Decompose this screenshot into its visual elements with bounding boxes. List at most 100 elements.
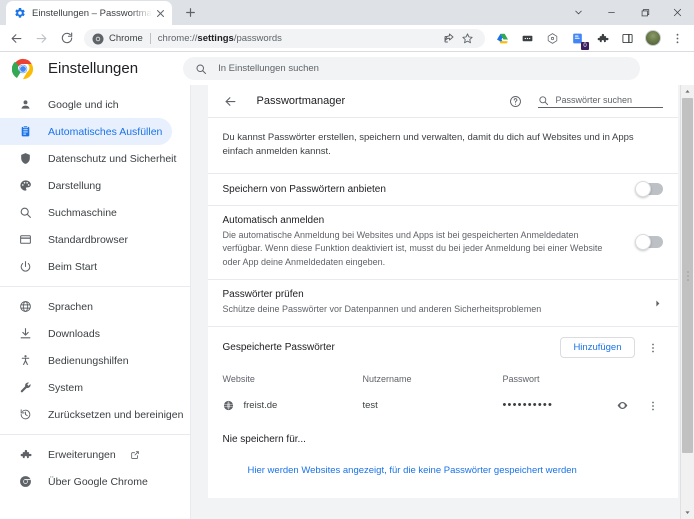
password-search-input[interactable]: Passwörter suchen: [537, 95, 663, 108]
extension-gray-icon[interactable]: [540, 26, 565, 51]
sidebar-item-zuruecksetzen-und-bereinigen[interactable]: Zurücksetzen und bereinigen: [0, 401, 183, 428]
saved-passwords-menu-icon[interactable]: [643, 342, 663, 354]
scrollbar-grip-icon: [681, 270, 694, 282]
avatar-image: [644, 30, 661, 46]
back-arrow-icon[interactable]: [4, 26, 29, 51]
tab-search-chevron-down-icon[interactable]: [562, 0, 595, 25]
extension-badge-icon[interactable]: 0: [565, 26, 590, 51]
new-tab-button[interactable]: [178, 0, 202, 24]
sidebar-item-label: Downloads: [48, 327, 100, 340]
maximize-icon[interactable]: [628, 0, 661, 25]
three-dot-menu-icon[interactable]: [665, 26, 690, 51]
check-passwords-description: Schütze deine Passwörter vor Datenpannen…: [222, 304, 542, 315]
scrollbar-track[interactable]: [681, 98, 694, 506]
row-password-masked: ••••••••••: [502, 399, 554, 412]
settings-search-input[interactable]: In Einstellungen suchen: [183, 57, 641, 80]
share-icon[interactable]: [439, 29, 458, 48]
extension-badge-count: 0: [581, 41, 589, 50]
help-circle-icon[interactable]: [509, 95, 522, 108]
sidebar-item-label: Sprachen: [48, 300, 93, 313]
sidebar-item-datenschutz-und-sicherheit[interactable]: Datenschutz und Sicherheit: [0, 145, 176, 172]
sidebar-item-label: Standardbrowser: [48, 233, 128, 246]
offer-save-passwords-text: Speichern von Passwörtern anbieten: [223, 184, 637, 195]
column-header-username: Nutzername: [362, 374, 412, 385]
palette-icon: [18, 179, 33, 192]
sidebar-item-label: Datenschutz und Sicherheit: [48, 152, 177, 165]
sidebar-item-label: Über Google Chrome: [48, 475, 148, 488]
bookmark-star-icon[interactable]: [458, 29, 477, 48]
address-bar[interactable]: Chrome chrome://settings/passwords: [84, 28, 485, 48]
row-website: freist.de: [223, 400, 363, 411]
sidebar-item-bedienungshilfen[interactable]: Bedienungshilfen: [0, 347, 172, 374]
never-saved-empty-text: Hier werden Websites angezeigt, für die …: [207, 455, 678, 499]
scrollbar-up-arrow[interactable]: [684, 85, 691, 98]
sidebar-item-label: Erweiterungen: [48, 448, 116, 461]
sidebar-item-label: Suchmaschine: [48, 206, 117, 219]
history-restore-icon: [18, 408, 33, 421]
sidebar-item-label: Bedienungshilfen: [48, 354, 129, 367]
scrollbar-down-arrow[interactable]: [684, 506, 691, 519]
google-drive-icon[interactable]: [490, 26, 515, 51]
auto-signin-toggle[interactable]: [634, 234, 663, 251]
sidebar-item-google-und-ich[interactable]: Google und ich: [0, 91, 172, 118]
never-saved-title: Nie speichern für...: [207, 421, 678, 456]
browser-tab[interactable]: Einstellungen – Passwortmanager: [6, 1, 172, 25]
auto-signin-row[interactable]: Automatisch anmelden Die automatische An…: [207, 205, 678, 281]
settings-gear-icon: [14, 7, 26, 19]
settings-body: Google und ich Automatisches Ausfüllen D…: [0, 85, 694, 519]
settings-header: Einstellungen In Einstellungen suchen: [0, 52, 694, 85]
page-title: Einstellungen: [48, 60, 139, 77]
settings-main-content: Passwortmanager Passwörter suchen Du kan…: [191, 85, 694, 519]
accessibility-icon: [18, 354, 33, 367]
sidebar-item-ueber-google-chrome[interactable]: Über Google Chrome: [0, 468, 172, 495]
side-panel-icon[interactable]: [615, 26, 640, 51]
sidebar-item-beim-start[interactable]: Beim Start: [0, 253, 172, 280]
toggle-knob: [634, 234, 651, 251]
search-icon: [195, 63, 207, 75]
chevron-right-icon: [653, 299, 663, 308]
browser-window: Einstellungen – Passwortmanager: [0, 0, 694, 519]
sidebar-item-automatisches-ausfuellen[interactable]: Automatisches Ausfüllen: [0, 118, 172, 145]
sidebar-item-label: Google und ich: [48, 98, 119, 111]
sidebar-item-standardbrowser[interactable]: Standardbrowser: [0, 226, 172, 253]
forward-arrow-icon[interactable]: [29, 26, 54, 51]
minimize-icon[interactable]: [595, 0, 628, 25]
url-prefix: chrome://: [157, 32, 198, 44]
profile-avatar[interactable]: [640, 26, 665, 51]
reload-icon[interactable]: [54, 26, 79, 51]
check-passwords-row[interactable]: Passwörter prüfen Schütze deine Passwört…: [207, 280, 678, 328]
saved-passwords-label: Gespeicherte Passwörter: [222, 342, 335, 354]
password-search-placeholder: Passwörter suchen: [555, 95, 633, 105]
row-menu-icon[interactable]: [643, 400, 663, 412]
puzzle-extensions-icon[interactable]: [590, 26, 615, 51]
offer-save-passwords-toggle[interactable]: [634, 181, 663, 197]
wrench-icon: [18, 381, 33, 394]
table-row[interactable]: freist.de test ••••••••••: [207, 390, 678, 422]
person-icon: [18, 98, 33, 111]
sidebar-item-downloads[interactable]: Downloads: [0, 320, 172, 347]
auto-signin-description: Die automatische Anmeldung bei Websites …: [222, 229, 603, 268]
puzzle-icon: [18, 448, 33, 461]
sidebar-item-suchmaschine[interactable]: Suchmaschine: [0, 199, 172, 226]
sidebar-item-erweiterungen[interactable]: Erweiterungen: [0, 441, 172, 468]
sidebar-item-system[interactable]: System: [0, 374, 172, 401]
tab-title: Einstellungen – Passwortmanager: [32, 7, 152, 19]
page-scrollbar[interactable]: [680, 85, 694, 519]
omnibox-scheme-label: Chrome: [109, 32, 143, 44]
sidebar-divider-1: [0, 286, 190, 287]
browser-window-icon: [18, 233, 33, 246]
back-arrow-icon[interactable]: [223, 94, 239, 109]
chrome-icon: [92, 32, 104, 45]
auto-signin-text: Automatisch anmelden Die automatische An…: [223, 215, 637, 271]
extension-dark-icon[interactable]: [515, 26, 540, 51]
sidebar-item-darstellung[interactable]: Darstellung: [0, 172, 172, 199]
sidebar-item-sprachen[interactable]: Sprachen: [0, 293, 172, 320]
close-icon[interactable]: [154, 7, 167, 20]
offer-save-passwords-row[interactable]: Speichern von Passwörtern anbieten: [207, 173, 678, 206]
check-passwords-label: Passwörter prüfen: [222, 289, 304, 301]
saved-passwords-header: Gespeicherte Passwörter Hinzufügen: [207, 327, 678, 369]
sidebar-item-label: Darstellung: [48, 179, 102, 192]
add-password-button[interactable]: Hinzufügen: [560, 337, 635, 359]
close-window-icon[interactable]: [661, 0, 694, 25]
show-password-eye-icon[interactable]: [611, 399, 635, 412]
